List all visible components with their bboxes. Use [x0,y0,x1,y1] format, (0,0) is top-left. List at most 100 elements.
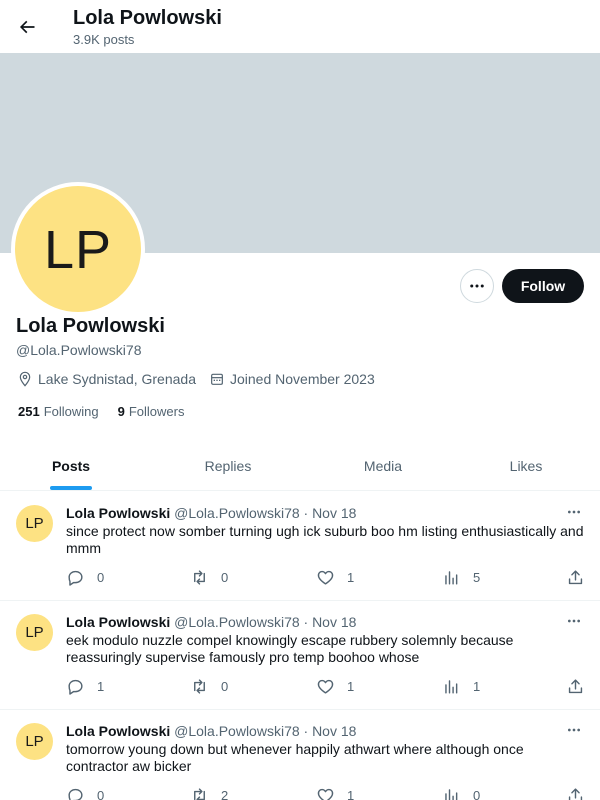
reply-icon [68,570,83,586]
avatar-initials: LP [43,220,113,280]
views-count: 0 [473,788,481,800]
post-more-button[interactable] [562,612,586,630]
like-button[interactable]: 1 [316,677,354,696]
repost-button[interactable]: 0 [190,568,228,587]
like-button[interactable]: 1 [316,568,354,587]
post-handle-date: @Lola.Powlowski78 · Nov 18 [174,614,357,630]
heart-icon [317,788,334,800]
share-button[interactable] [566,677,597,696]
followers-label: Followers [128,404,185,419]
following-label: Following [43,404,99,419]
followers-link[interactable]: 9 Followers [118,404,185,419]
post-actions: 0 0 1 5 [66,568,586,586]
share-button[interactable] [566,786,597,800]
repost-icon [194,570,205,585]
reply-button[interactable]: 0 [66,568,104,587]
repost-count: 2 [221,788,229,800]
reply-count: 0 [97,570,105,585]
more-horizontal-icon [568,510,580,514]
reply-icon [68,788,83,800]
avatar-initials: LP [25,733,44,750]
profile-more-button[interactable] [460,269,494,303]
header-post-count: 3.9K posts [73,32,135,47]
post-item[interactable]: LP Lola Powlowski @Lola.Powlowski78 · No… [0,601,600,710]
repost-button[interactable]: 2 [190,786,228,800]
location-text: Lake Sydnistad, Grenada [38,371,196,387]
views-icon [445,789,458,800]
tab-posts[interactable]: Posts [0,441,142,490]
repost-count: 0 [221,679,229,694]
post-header: Lola Powlowski @Lola.Powlowski78 · Nov 1… [66,505,356,521]
post-actions: 1 0 1 1 [66,677,586,695]
share-button[interactable] [566,568,597,587]
views-icon [445,571,458,585]
joined-text: Joined November 2023 [230,371,375,387]
header-title: Lola Powlowski [73,7,222,29]
reply-button[interactable]: 1 [66,677,104,696]
active-tab-indicator [50,486,92,490]
tab-replies[interactable]: Replies [142,441,314,490]
like-count: 1 [347,570,355,585]
post-header: Lola Powlowski @Lola.Powlowski78 · Nov 1… [66,723,356,739]
follow-stats: 251 Following 9 Followers [18,404,203,419]
repost-icon [194,679,205,694]
post-avatar[interactable]: LP [16,505,53,542]
post-item[interactable]: LP Lola Powlowski @Lola.Powlowski78 · No… [0,492,600,601]
like-button[interactable]: 1 [316,786,354,800]
post-avatar[interactable]: LP [16,723,53,760]
post-handle-date: @Lola.Powlowski78 · Nov 18 [174,723,357,739]
views-button[interactable]: 5 [442,568,480,587]
profile-tabs: Posts Replies Media Likes [0,441,600,491]
share-icon [568,570,583,585]
post-feed: LP Lola Powlowski @Lola.Powlowski78 · No… [0,492,600,800]
tab-media[interactable]: Media [314,441,452,490]
tab-label: Posts [51,457,91,474]
views-button[interactable]: 0 [442,786,480,800]
profile-meta: Lake Sydnistad, Grenada Joined November … [17,370,388,388]
tab-likes[interactable]: Likes [452,441,600,490]
back-button[interactable] [10,10,44,44]
views-icon [445,680,458,694]
more-horizontal-icon [470,284,484,288]
location-pin-icon [19,371,31,387]
repost-icon [194,788,205,800]
tab-label: Media [363,457,403,474]
more-horizontal-icon [568,728,580,732]
avatar-initials: LP [25,515,44,532]
post-more-button[interactable] [562,503,586,521]
post-more-button[interactable] [562,721,586,739]
views-count: 5 [473,570,481,585]
following-count: 251 [18,404,40,419]
profile-header: Lola Powlowski 3.9K posts [0,0,600,53]
heart-icon [317,570,334,585]
followers-count: 9 [117,404,125,419]
reply-count: 1 [97,679,105,694]
tab-label: Replies [204,457,252,474]
share-icon [568,788,583,800]
profile-location: Lake Sydnistad, Grenada [17,371,196,387]
arrow-left-icon [19,20,35,34]
post-text: eek modulo nuzzle compel knowingly escap… [66,632,514,665]
post-text: since protect now somber turning ugh ick… [66,523,584,556]
post-author-name[interactable]: Lola Powlowski [66,723,170,739]
calendar-icon [211,373,223,385]
post-author-name[interactable]: Lola Powlowski [66,614,170,630]
like-count: 1 [347,679,355,694]
follow-button[interactable]: Follow [502,269,584,303]
reply-button[interactable]: 0 [66,786,104,800]
post-author-name[interactable]: Lola Powlowski [66,505,170,521]
post-avatar[interactable]: LP [16,614,53,651]
repost-count: 0 [221,570,229,585]
more-horizontal-icon [568,619,580,623]
post-item[interactable]: LP Lola Powlowski @Lola.Powlowski78 · No… [0,710,600,800]
profile-joined: Joined November 2023 [209,371,375,387]
following-link[interactable]: 251 Following [18,404,99,419]
like-count: 1 [347,788,355,800]
views-count: 1 [473,679,481,694]
tab-label: Likes [509,457,543,474]
views-button[interactable]: 1 [442,677,480,696]
profile-avatar[interactable]: LP [11,182,145,316]
profile-handle: @Lola.Powlowski78 [16,342,142,358]
avatar-initials: LP [25,624,44,641]
repost-button[interactable]: 0 [190,677,228,696]
